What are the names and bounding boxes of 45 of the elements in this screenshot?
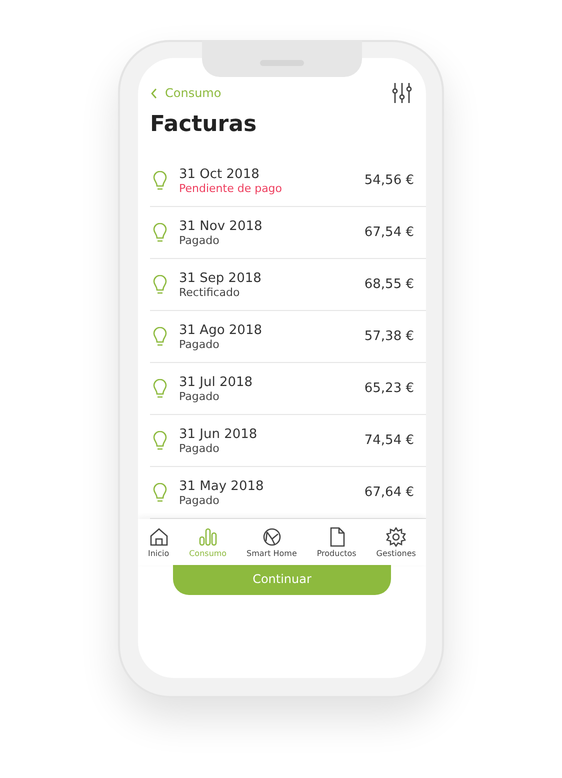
invoice-date: 31 Jul 2018	[179, 374, 254, 390]
invoice-amount: 54,56 €	[364, 173, 414, 188]
invoice-row[interactable]: 31 Ago 2018 Pagado 57,38 €	[150, 311, 426, 363]
invoice-date: 31 May 2018	[179, 478, 265, 494]
invoice-status: Pagado	[179, 338, 220, 350]
invoice-status: Pagado	[179, 442, 220, 454]
tab[interactable]: Inicio	[148, 526, 170, 558]
page-title: Facturas	[149, 111, 258, 137]
lightbulb-icon	[153, 482, 167, 502]
invoice-row[interactable]: 31 Oct 2018 Pendiente de pago 54,56 €	[150, 155, 426, 207]
sliders-icon[interactable]	[392, 82, 412, 104]
lightbulb-icon	[153, 170, 167, 190]
network-icon	[262, 526, 282, 546]
invoice-amount: 57,38 €	[364, 329, 414, 344]
invoice-amount: 67,64 €	[364, 485, 414, 500]
lightbulb-icon	[153, 222, 167, 242]
invoice-row[interactable]: 31 Nov 2018 Pagado 67,54 €	[150, 207, 426, 259]
invoice-status: Pagado	[179, 494, 220, 506]
tab[interactable]: Gestiones	[376, 526, 416, 558]
invoice-status: Pagado	[179, 234, 220, 246]
invoice-status: Rectificado	[179, 286, 241, 298]
invoice-date: 31 Ago 2018	[179, 322, 263, 338]
invoice-status: Pagado	[179, 390, 220, 402]
settings-icon	[386, 526, 406, 546]
lightbulb-icon	[153, 378, 167, 398]
bar-chart-icon	[198, 526, 218, 546]
invoice-row[interactable]: 31 Sep 2018 Rectificado 68,55 €	[150, 259, 426, 311]
invoice-date: 31 Jun 2018	[179, 426, 258, 442]
invoice-status: Pendiente de pago	[179, 182, 284, 194]
invoice-date: 31 Oct 2018	[179, 166, 260, 182]
invoice-amount: 68,55 €	[364, 277, 414, 292]
invoice-date: 31 Sep 2018	[179, 270, 262, 286]
lightbulb-icon	[153, 274, 167, 294]
invoice-row[interactable]: 31 Jun 2018 Pagado 74,54 €	[150, 415, 426, 467]
invoice-amount: 74,54 €	[364, 433, 414, 448]
tab[interactable]: Productos	[316, 526, 356, 558]
invoice-date: 31 Nov 2018	[179, 218, 264, 234]
home-icon	[148, 526, 169, 546]
invoice-amount: 67,54 €	[364, 225, 414, 240]
chevron-left-icon	[150, 88, 158, 98]
invoice-row[interactable]: 31 Jul 2018 Pagado 65,23 €	[150, 363, 426, 415]
invoice-amount: 65,23 €	[364, 381, 414, 396]
lightbulb-icon	[153, 326, 167, 346]
tab[interactable]: Smart Home	[246, 526, 297, 558]
lightbulb-icon	[153, 430, 167, 450]
